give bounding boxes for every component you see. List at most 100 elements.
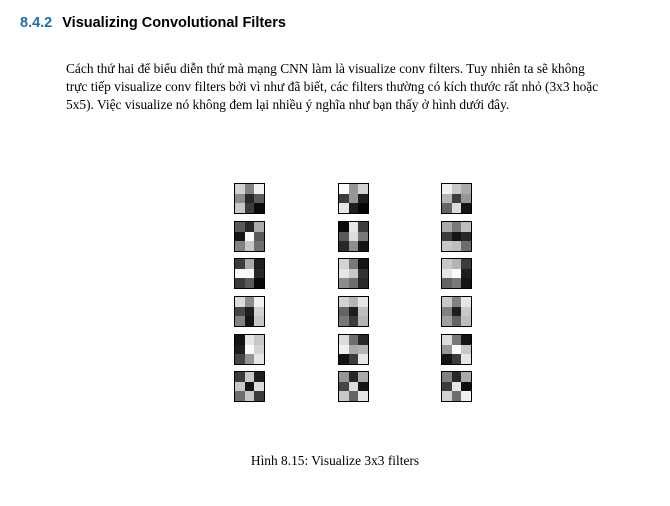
- filter-cell: [442, 203, 452, 213]
- filter-cell: [348, 241, 359, 251]
- filter-cell: [461, 354, 471, 364]
- filter-cell: [348, 381, 359, 392]
- filter-cell: [339, 297, 349, 307]
- filter-cell: [442, 231, 452, 242]
- filter-cell: [451, 203, 462, 213]
- filter-cell: [451, 193, 462, 204]
- filter-cell: [244, 222, 255, 232]
- filter-cell: [451, 354, 462, 364]
- filter-cell: [254, 316, 264, 326]
- filter-cell: [254, 278, 264, 288]
- figure-caption: Hình 8.15: Visualize 3x3 filters: [250, 453, 420, 468]
- filter-cell: [461, 231, 471, 242]
- filter-cell: [358, 231, 368, 242]
- filter-cell: [348, 203, 359, 213]
- filter-cell: [235, 184, 245, 194]
- filter-cell: [235, 222, 245, 232]
- filter-cell: [358, 222, 368, 232]
- filter-cell: [244, 344, 255, 355]
- filter-cell: [339, 335, 349, 345]
- filter-cell: [451, 241, 462, 251]
- filter-cell: [348, 222, 359, 232]
- filter-cell: [461, 241, 471, 251]
- filter-cell: [244, 241, 255, 251]
- filter-cell: [235, 306, 245, 317]
- filter-cell: [442, 306, 452, 317]
- filter-cell: [339, 203, 349, 213]
- filter-cell: [339, 391, 349, 401]
- filter-cell: [339, 268, 349, 279]
- filter-cell: [358, 203, 368, 213]
- filter-3x3: [441, 221, 472, 252]
- filter-cell: [461, 316, 471, 326]
- filter-cell: [358, 354, 368, 364]
- filter-cell: [244, 184, 255, 194]
- filter-cell: [461, 278, 471, 288]
- filter-cell: [348, 259, 359, 269]
- filter-cell: [339, 344, 349, 355]
- filter-cell: [235, 381, 245, 392]
- filter-cell: [348, 354, 359, 364]
- filter-cell: [235, 241, 245, 251]
- filter-cell: [451, 259, 462, 269]
- filter-cell: [442, 335, 452, 345]
- filter-cell: [339, 354, 349, 364]
- filter-cell: [358, 241, 368, 251]
- filter-cell: [254, 306, 264, 317]
- filter-cell: [442, 297, 452, 307]
- filter-cell: [254, 391, 264, 401]
- filter-cell: [348, 306, 359, 317]
- filter-3x3: [441, 183, 472, 214]
- filter-cell: [254, 381, 264, 392]
- filter-3x3: [234, 183, 265, 214]
- filter-cell: [451, 381, 462, 392]
- filter-cell: [461, 203, 471, 213]
- filter-cell: [235, 203, 245, 213]
- filter-cell: [451, 231, 462, 242]
- filter-cell: [442, 381, 452, 392]
- filter-cell: [358, 259, 368, 269]
- filter-cell: [348, 193, 359, 204]
- filter-cell: [358, 391, 368, 401]
- filter-cell: [254, 335, 264, 345]
- filter-cell: [451, 306, 462, 317]
- filter-cell: [339, 306, 349, 317]
- filter-cell: [244, 203, 255, 213]
- filter-cell: [235, 193, 245, 204]
- filter-cell: [461, 344, 471, 355]
- filter-cell: [254, 354, 264, 364]
- filter-cell: [254, 344, 264, 355]
- filter-cell: [451, 222, 462, 232]
- filter-cell: [339, 316, 349, 326]
- filter-3x3: [338, 183, 369, 214]
- filter-cell: [451, 372, 462, 382]
- filter-cell: [461, 381, 471, 392]
- filter-3x3: [234, 221, 265, 252]
- filter-cell: [254, 372, 264, 382]
- filter-cell: [348, 372, 359, 382]
- filter-cell: [442, 222, 452, 232]
- filter-cell: [235, 335, 245, 345]
- filter-3x3: [338, 371, 369, 402]
- filter-cell: [451, 268, 462, 279]
- filter-cell: [254, 222, 264, 232]
- filter-cell: [339, 184, 349, 194]
- filter-cell: [451, 391, 462, 401]
- filter-cell: [461, 391, 471, 401]
- filter-3x3: [234, 258, 265, 289]
- filter-cell: [244, 306, 255, 317]
- filter-cell: [461, 268, 471, 279]
- filter-cell: [348, 268, 359, 279]
- filter-cell: [348, 297, 359, 307]
- filter-3x3: [338, 258, 369, 289]
- filter-cell: [358, 316, 368, 326]
- filter-cell: [235, 316, 245, 326]
- filter-cell: [244, 381, 255, 392]
- filter-cell: [244, 354, 255, 364]
- filter-cell: [442, 316, 452, 326]
- filter-cell: [244, 268, 255, 279]
- filter-cell: [339, 278, 349, 288]
- filter-3x3: [338, 296, 369, 327]
- filter-cell: [244, 193, 255, 204]
- filter-cell: [442, 268, 452, 279]
